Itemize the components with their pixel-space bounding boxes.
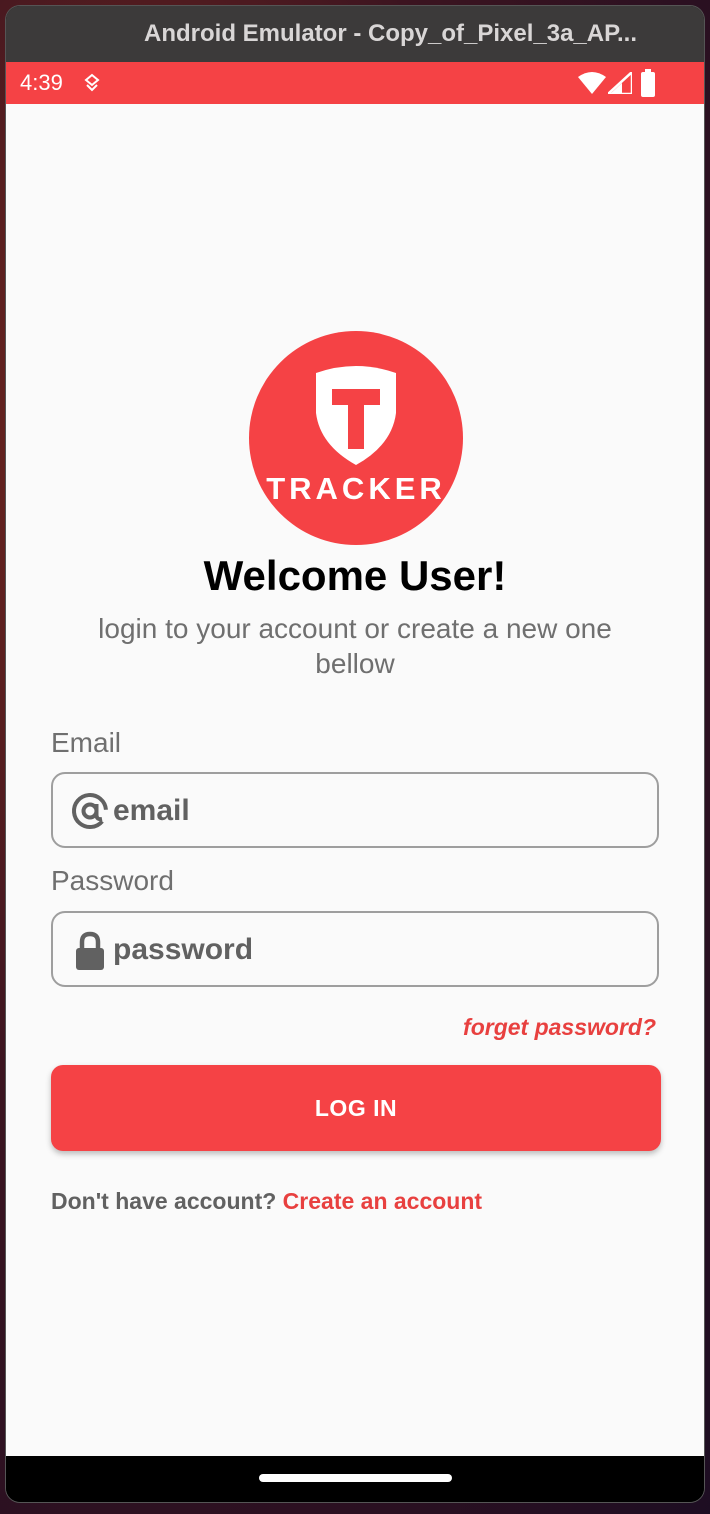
create-account-link[interactable]: Create an account: [283, 1188, 482, 1214]
phone-screen: 4:39 TRACKER Welcome User! login to your…: [6, 62, 704, 1456]
wifi-icon: [578, 72, 606, 99]
forgot-password-link[interactable]: forget password?: [463, 1014, 656, 1041]
email-label: Email: [51, 727, 122, 758]
battery-icon: [640, 69, 656, 102]
notification-icon: [84, 73, 100, 98]
tracker-logo: TRACKER: [249, 331, 463, 545]
status-time: 4:39: [20, 70, 63, 95]
logo-text: TRACKER: [266, 471, 446, 506]
password-field[interactable]: [51, 911, 659, 987]
window-titlebar[interactable]: Android Emulator - Copy_of_Pixel_3a_AP..…: [6, 6, 704, 62]
lock-icon: [71, 931, 109, 976]
shield-icon: [310, 365, 402, 470]
password-label: Password: [51, 865, 174, 896]
signup-row: Don't have account? Create an account: [51, 1188, 482, 1215]
navigation-bar: [6, 1456, 704, 1502]
window-title: Android Emulator - Copy_of_Pixel_3a_AP..…: [144, 20, 638, 47]
welcome-subtitle: login to your account or create a new on…: [98, 613, 612, 679]
welcome-title: Welcome User!: [203, 552, 507, 599]
status-bar: 4:39: [6, 62, 704, 104]
email-input[interactable]: [111, 786, 635, 836]
email-field[interactable]: [51, 772, 659, 848]
signal-icon: [604, 69, 634, 99]
login-button[interactable]: LOG IN: [51, 1065, 661, 1151]
signup-prompt: Don't have account?: [51, 1188, 283, 1214]
emulator-window: Android Emulator - Copy_of_Pixel_3a_AP..…: [6, 6, 704, 1502]
password-input[interactable]: [111, 925, 635, 975]
home-gesture-handle[interactable]: [259, 1474, 452, 1482]
at-sign-icon: [71, 792, 109, 835]
